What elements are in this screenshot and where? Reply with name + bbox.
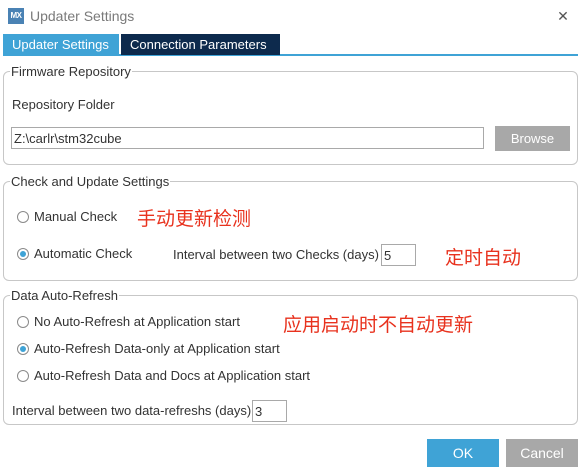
annotation-manual-check: 手动更新检测 — [137, 208, 252, 230]
manual-check-radio-circle[interactable] — [17, 211, 29, 223]
tab-updater-settings[interactable]: Updater Settings — [3, 34, 119, 55]
no-auto-refresh-radio-circle[interactable] — [17, 316, 29, 328]
check-interval-input[interactable] — [381, 244, 416, 266]
data-auto-refresh-legend: Data Auto-Refresh — [11, 288, 118, 303]
cancel-button[interactable]: Cancel — [506, 439, 578, 467]
annotation-no-auto-refresh: 应用启动时不自动更新 — [283, 314, 474, 336]
check-interval-label: Interval between two Checks (days) — [173, 247, 379, 262]
auto-refresh-data-only-label: Auto-Refresh Data-only at Application st… — [34, 341, 280, 356]
auto-refresh-data-docs-radio-circle[interactable] — [17, 370, 29, 382]
browse-button[interactable]: Browse — [495, 126, 570, 151]
manual-check-label: Manual Check — [34, 209, 118, 224]
firmware-repository-group: Firmware Repository — [3, 64, 578, 165]
ok-button[interactable]: OK — [427, 439, 499, 467]
tab-connection-parameters[interactable]: Connection Parameters — [121, 34, 280, 55]
annotation-auto-timer: 定时自动 — [445, 247, 522, 269]
automatic-check-label: Automatic Check — [34, 246, 133, 261]
check-update-settings-legend: Check and Update Settings — [11, 174, 170, 189]
app-logo-icon: MX — [8, 8, 24, 24]
repository-folder-label: Repository Folder — [12, 97, 115, 112]
refresh-interval-label: Interval between two data-refreshs (days… — [12, 403, 252, 418]
firmware-repository-legend: Firmware Repository — [11, 64, 131, 79]
no-auto-refresh-label: No Auto-Refresh at Application start — [34, 314, 240, 329]
window-title: Updater Settings — [30, 8, 135, 24]
title-bar: MX Updater Settings ✕ — [0, 0, 581, 32]
auto-refresh-data-only-radio-circle[interactable] — [17, 343, 29, 355]
repository-folder-input[interactable] — [11, 127, 484, 149]
refresh-interval-input[interactable] — [252, 400, 287, 422]
close-icon[interactable]: ✕ — [553, 6, 573, 26]
tab-bar: Updater Settings Connection Parameters — [3, 34, 578, 56]
automatic-check-radio-circle[interactable] — [17, 248, 29, 260]
auto-refresh-data-docs-label: Auto-Refresh Data and Docs at Applicatio… — [34, 368, 311, 383]
